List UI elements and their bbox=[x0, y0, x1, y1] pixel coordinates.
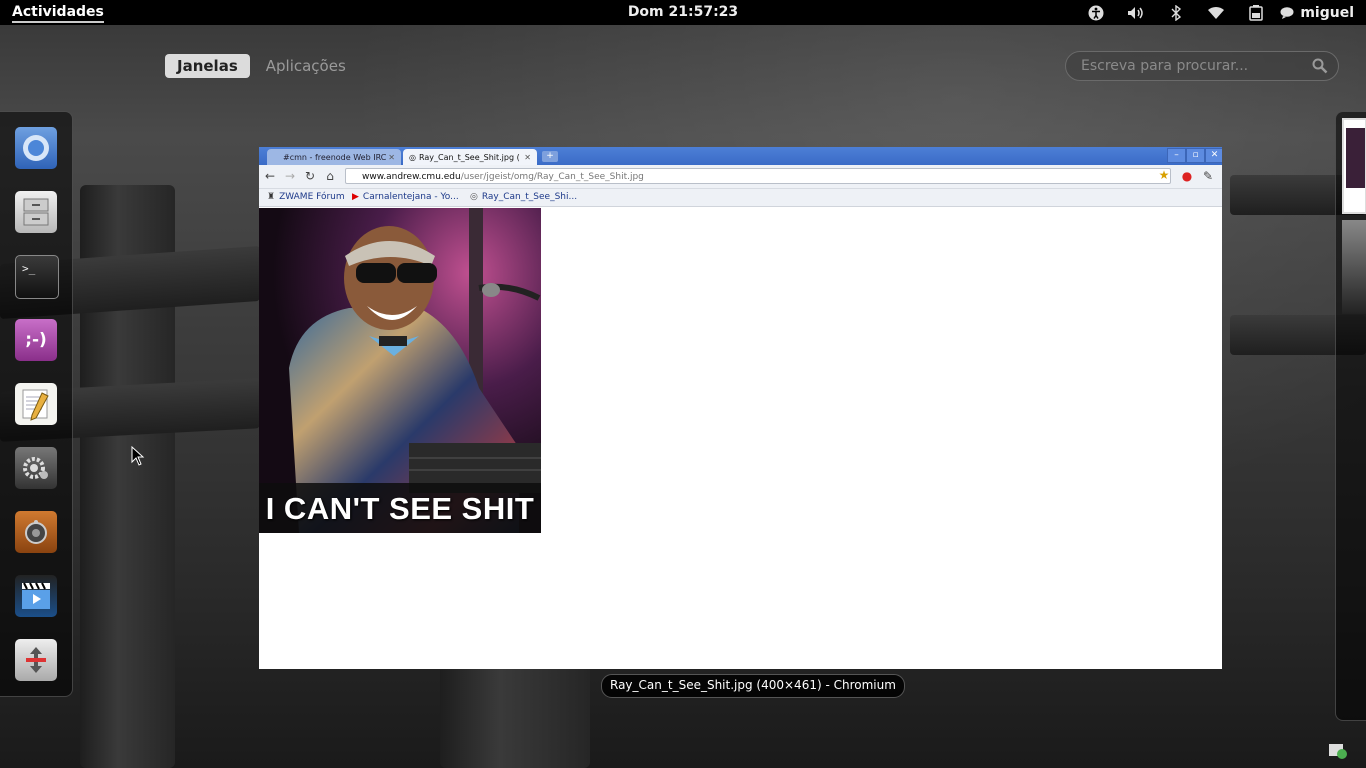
search-input[interactable]: Escreva para procurar... bbox=[1065, 51, 1339, 81]
browser-titlebar: #cmn - freenode Web IRC ✕ ◎ Ray_Can_t_Se… bbox=[259, 147, 1222, 165]
workspace-thumbnail[interactable] bbox=[1342, 220, 1366, 314]
globe-icon: ◎ bbox=[409, 152, 416, 162]
close-icon[interactable]: ✕ bbox=[1205, 148, 1222, 163]
user-name: miguel bbox=[1300, 4, 1354, 21]
tab-applications[interactable]: Aplicações bbox=[254, 54, 358, 78]
displayed-image: I CAN'T SEE SHIT bbox=[259, 208, 541, 533]
accessibility-icon[interactable] bbox=[1076, 3, 1116, 22]
photo-illustration bbox=[259, 208, 541, 533]
home-icon[interactable]: ⌂ bbox=[323, 169, 337, 183]
window-caption: Ray_Can_t_See_Shit.jpg (400×461) - Chrom… bbox=[601, 674, 905, 698]
bluetooth-icon[interactable] bbox=[1156, 3, 1196, 22]
volume-icon[interactable] bbox=[1116, 3, 1156, 22]
wrench-icon[interactable]: ✎ bbox=[1201, 169, 1215, 183]
workspace-thumbnail-active[interactable] bbox=[1342, 118, 1366, 214]
notification-icon[interactable] bbox=[1328, 742, 1348, 764]
tab-label: #cmn - freenode Web IRC bbox=[283, 152, 387, 162]
close-tab-icon[interactable]: ✕ bbox=[388, 153, 395, 162]
close-tab-icon[interactable]: ✕ bbox=[524, 153, 531, 162]
forward-arrow-icon[interactable]: → bbox=[283, 169, 297, 183]
browser-window[interactable]: #cmn - freenode Web IRC ✕ ◎ Ray_Can_t_Se… bbox=[259, 147, 1222, 669]
overview-tabs: Janelas Aplicações bbox=[165, 54, 358, 78]
bookmark-label: ZWAME Fórum bbox=[279, 192, 345, 202]
url-path: /user/jgeist/omg/Ray_Can_t_See_Shit.jpg bbox=[460, 172, 644, 182]
user-menu[interactable]: miguel bbox=[1280, 5, 1354, 21]
terminal-icon[interactable]: >_ bbox=[15, 255, 59, 299]
image-caption: I CAN'T SEE SHIT bbox=[265, 491, 535, 526]
video-player-icon[interactable] bbox=[15, 575, 57, 617]
mouse-pointer-icon bbox=[131, 446, 145, 466]
empathy-icon[interactable]: ;-) bbox=[15, 319, 57, 361]
status-area: miguel bbox=[1076, 3, 1354, 22]
url-host: www.andrew.cmu.edu bbox=[362, 172, 461, 182]
maximize-icon[interactable]: ▫ bbox=[1186, 148, 1205, 163]
browser-tab[interactable]: #cmn - freenode Web IRC ✕ bbox=[267, 149, 401, 165]
bookmark-icon: ♜ bbox=[267, 192, 276, 202]
opera-extension-icon[interactable]: ● bbox=[1180, 169, 1194, 183]
settings-gear-icon[interactable] bbox=[15, 447, 57, 489]
wifi-icon[interactable] bbox=[1196, 3, 1236, 22]
clock-label[interactable]: Dom 21:57:23 bbox=[628, 4, 738, 20]
files-icon[interactable] bbox=[15, 191, 57, 233]
star-icon[interactable]: ★ bbox=[1157, 168, 1171, 182]
chat-bubble-icon bbox=[1280, 6, 1294, 19]
back-arrow-icon[interactable]: ← bbox=[263, 169, 277, 183]
activities-button[interactable]: Actividades bbox=[12, 4, 104, 23]
chromium-icon[interactable] bbox=[15, 127, 57, 169]
workspace-switcher bbox=[1335, 111, 1366, 721]
top-panel: Actividades Dom 21:57:23 miguel bbox=[0, 0, 1366, 25]
new-tab-button[interactable]: + bbox=[542, 151, 558, 162]
text-editor-icon[interactable] bbox=[15, 383, 57, 425]
bookmark-item[interactable]: ♜ ZWAME Fórum bbox=[267, 192, 345, 202]
bookmark-item[interactable]: ▶ Carnalentejana - Yo... bbox=[352, 192, 459, 202]
workspace-preview bbox=[1346, 128, 1365, 188]
bookmark-item[interactable]: ◎ Ray_Can_t_See_Shi... bbox=[470, 192, 577, 202]
reload-icon[interactable]: ↻ bbox=[303, 169, 317, 183]
minimize-icon[interactable]: – bbox=[1167, 148, 1186, 163]
bookmarks-bar: ♜ ZWAME Fórum ▶ Carnalentejana - Yo... ◎ Ra… bbox=[259, 189, 1222, 207]
tab-windows[interactable]: Janelas bbox=[165, 54, 250, 78]
youtube-icon: ▶ bbox=[352, 192, 359, 202]
browser-tab-active[interactable]: ◎ Ray_Can_t_See_Shit.jpg ( ✕ bbox=[403, 149, 537, 165]
globe-icon: ◎ bbox=[470, 192, 478, 202]
battery-icon[interactable] bbox=[1236, 3, 1276, 22]
tab-label: Ray_Can_t_See_Shit.jpg ( bbox=[418, 152, 520, 162]
search-icon bbox=[1312, 58, 1328, 78]
search-placeholder: Escreva para procurar... bbox=[1081, 58, 1249, 74]
address-bar[interactable]: www.andrew.cmu.edu/user/jgeist/omg/Ray_C… bbox=[345, 168, 1171, 184]
bookmark-label: Carnalentejana - Yo... bbox=[362, 192, 459, 202]
utility-arrows-icon[interactable] bbox=[15, 639, 57, 681]
bookmark-label: Ray_Can_t_See_Shi... bbox=[481, 192, 578, 202]
dash: >_ ;-) bbox=[0, 111, 73, 697]
browser-toolbar: ← → ↻ ⌂ www.andrew.cmu.edu/user/jgeist/o… bbox=[259, 165, 1222, 189]
fence-post-bottom bbox=[440, 665, 590, 768]
rhythmbox-speaker-icon[interactable] bbox=[15, 511, 57, 553]
